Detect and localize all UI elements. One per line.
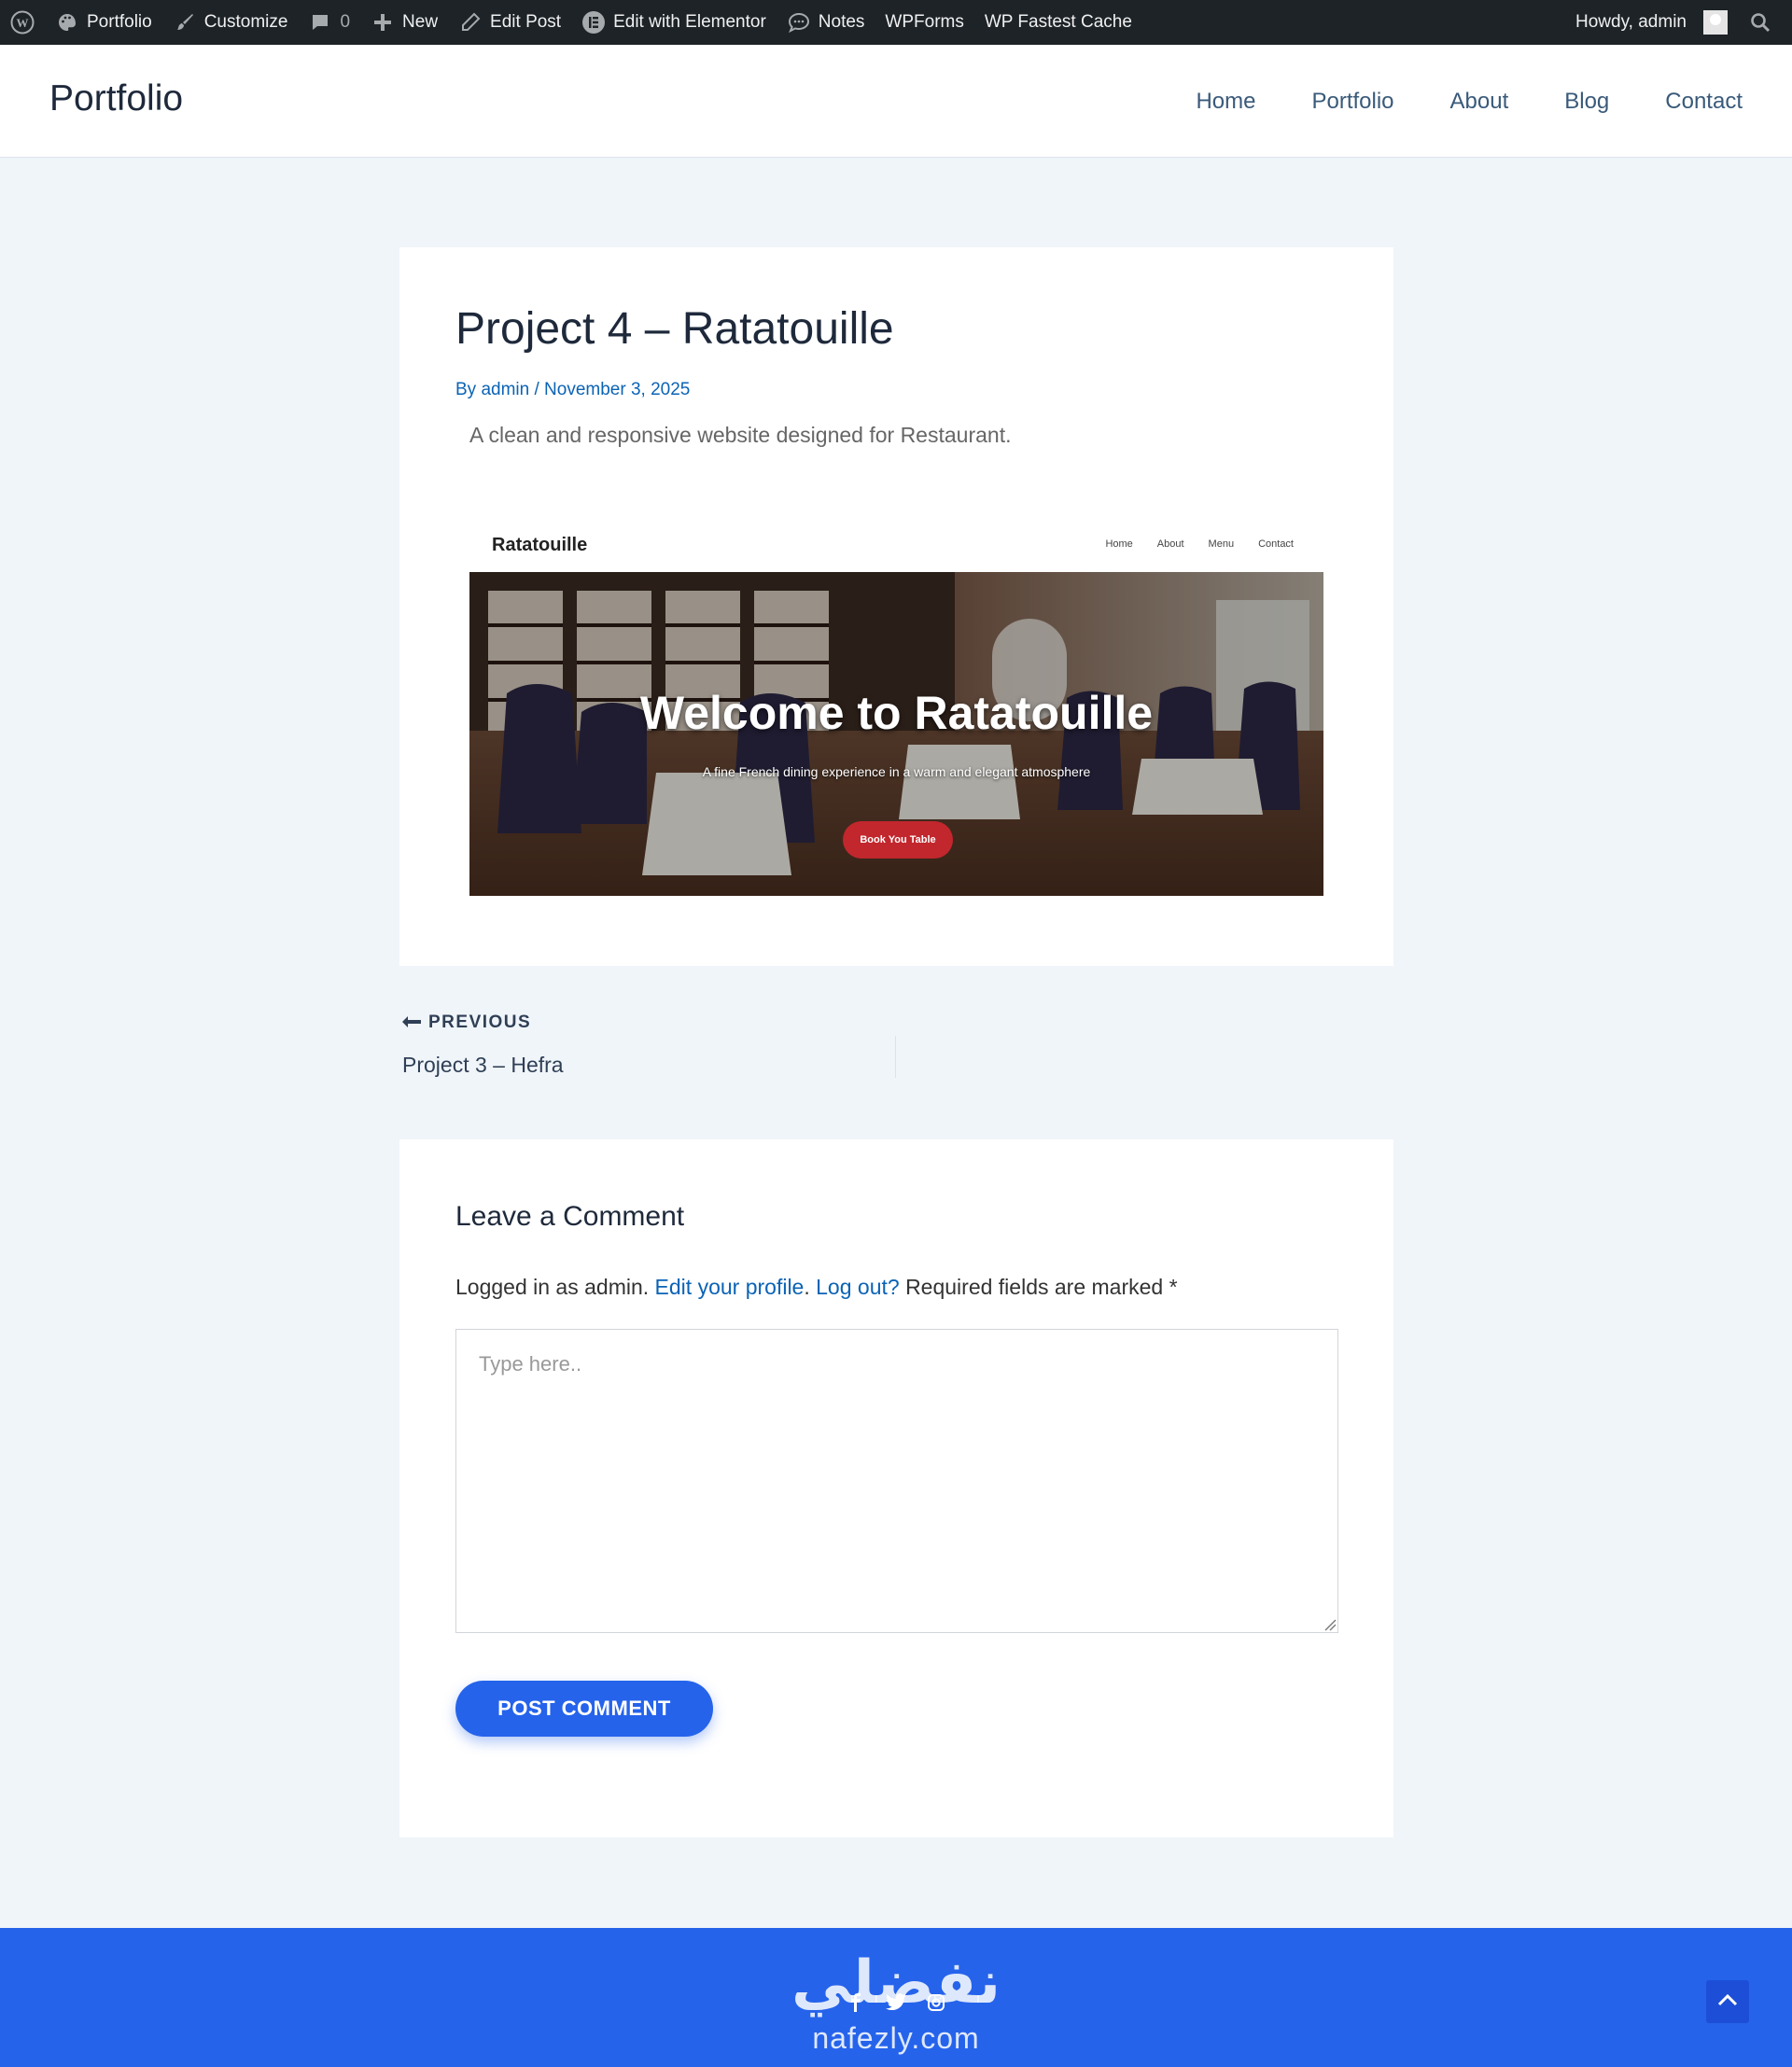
post-meta: By admin / November 3, 2025: [455, 380, 690, 400]
plus-icon: [371, 10, 395, 35]
arrow-left-icon: [402, 1013, 421, 1033]
admin-bar-fastest-cache[interactable]: WP Fastest Cache: [974, 0, 1142, 45]
admin-bar-site-link[interactable]: Portfolio: [45, 0, 162, 45]
pencil-icon: [458, 10, 483, 35]
admin-bar-edit-post[interactable]: Edit Post: [448, 0, 571, 45]
admin-bar-wpforms-label: WPForms: [885, 12, 964, 32]
scroll-to-top-button[interactable]: [1706, 1980, 1749, 2023]
admin-bar-notes[interactable]: Notes: [777, 0, 875, 45]
admin-bar-elementor-label: Edit with Elementor: [613, 12, 766, 32]
admin-bar-site-label: Portfolio: [87, 12, 152, 32]
admin-bar-search[interactable]: [1738, 0, 1783, 45]
preview-hero-title: Welcome to Ratatouille: [639, 687, 1154, 739]
post-navigation: PREVIOUS Project 3 – Hefra: [399, 1013, 1393, 1078]
edit-profile-link[interactable]: Edit your profile: [655, 1275, 805, 1299]
admin-bar-wpforms[interactable]: WPForms: [875, 0, 973, 45]
admin-bar-customize-label: Customize: [203, 12, 288, 32]
palette-icon: [55, 10, 79, 35]
admin-bar-elementor[interactable]: Edit with Elementor: [571, 0, 777, 45]
logged-in-notice: Logged in as admin. Edit your profile. L…: [455, 1275, 1178, 1299]
post-comment-button[interactable]: POST COMMENT: [455, 1681, 713, 1737]
instagram-icon[interactable]: [927, 1993, 945, 2018]
brush-icon: [173, 10, 197, 35]
post-title: Project 4 – Ratatouille: [455, 304, 894, 354]
admin-bar-fastest-cache-label: WP Fastest Cache: [984, 12, 1132, 32]
preview-nav-menu: Menu: [1208, 538, 1235, 550]
svg-text:W: W: [17, 16, 29, 30]
facebook-icon[interactable]: [847, 1993, 865, 2018]
preview-header: Ratatouille Home About Menu Contact: [469, 518, 1323, 572]
comment-icon: [308, 10, 332, 35]
required-star: *: [1169, 1275, 1178, 1299]
comment-textarea[interactable]: [455, 1329, 1338, 1633]
previous-label: PREVIOUS: [428, 1013, 532, 1032]
nav-portfolio[interactable]: Portfolio: [1311, 89, 1393, 115]
notes-icon: [787, 10, 811, 35]
previous-post-title[interactable]: Project 3 – Hefra: [402, 1053, 564, 1078]
nav-home[interactable]: Home: [1196, 89, 1255, 115]
avatar: [1703, 10, 1728, 35]
project-preview-image: Ratatouille Home About Menu Contact Welc…: [469, 518, 1323, 896]
main-nav: Home Portfolio About Blog Contact: [1196, 45, 1743, 158]
preview-nav-contact: Contact: [1258, 538, 1294, 550]
post-meta-separator: /: [529, 380, 545, 399]
admin-bar: W Portfolio Customize 0 New Edit Post Ed…: [0, 0, 1792, 45]
preview-nav-about: About: [1156, 538, 1184, 550]
admin-bar-account[interactable]: Howdy, admin: [1565, 0, 1738, 45]
resize-handle-icon[interactable]: [1323, 1618, 1337, 1631]
social-links: [0, 1993, 1792, 2018]
nav-contact[interactable]: Contact: [1665, 89, 1743, 115]
comment-heading: Leave a Comment: [455, 1201, 685, 1232]
log-out-link[interactable]: Log out?: [816, 1275, 900, 1299]
chevron-up-icon: [1717, 1993, 1738, 2011]
post-article: Project 4 – Ratatouille By admin / Novem…: [399, 247, 1393, 966]
preview-nav: Home About Menu Contact: [1105, 538, 1294, 550]
nav-blog[interactable]: Blog: [1564, 89, 1609, 115]
preview-nav-home: Home: [1105, 538, 1133, 550]
elementor-icon: [581, 10, 606, 35]
nav-about[interactable]: About: [1450, 89, 1509, 115]
post-description: A clean and responsive website designed …: [469, 423, 1012, 447]
wordpress-logo-button[interactable]: W: [0, 0, 45, 45]
post-author-link[interactable]: admin: [481, 380, 529, 399]
comment-section: Leave a Comment Logged in as admin. Edit…: [399, 1139, 1393, 1837]
admin-bar-new[interactable]: New: [360, 0, 448, 45]
previous-post-link[interactable]: PREVIOUS: [402, 1013, 531, 1033]
preview-logo: Ratatouille: [492, 535, 588, 555]
required-text: Required fields are marked: [905, 1275, 1164, 1299]
admin-bar-edit-post-label: Edit Post: [490, 12, 562, 32]
admin-greeting: Howdy, admin: [1575, 12, 1687, 32]
site-footer: نفضلي nafezly.com: [0, 1928, 1792, 2067]
preview-book-button: Book You Table: [843, 821, 953, 859]
site-header: Portfolio Home Portfolio About Blog Cont…: [0, 45, 1792, 158]
watermark-latin: nafezly.com: [812, 2021, 980, 2055]
post-meta-by: By: [455, 380, 482, 399]
twitter-icon[interactable]: [886, 1993, 906, 2018]
wordpress-icon: W: [10, 10, 35, 35]
admin-bar-new-label: New: [402, 12, 439, 32]
preview-hero-subtitle: A fine French dining experience in a war…: [702, 764, 1091, 779]
admin-bar-notes-label: Notes: [818, 12, 865, 32]
search-icon: [1748, 10, 1772, 35]
logged-in-text: Logged in as admin.: [455, 1275, 650, 1299]
post-date-link[interactable]: November 3, 2025: [544, 380, 690, 399]
admin-bar-customize[interactable]: Customize: [162, 0, 299, 45]
site-title[interactable]: Portfolio: [49, 78, 183, 119]
comment-count: 0: [340, 12, 351, 32]
post-nav-divider: [895, 1036, 896, 1078]
admin-bar-comments[interactable]: 0: [298, 0, 360, 45]
preview-hero: Welcome to Ratatouille A fine French din…: [469, 572, 1323, 896]
